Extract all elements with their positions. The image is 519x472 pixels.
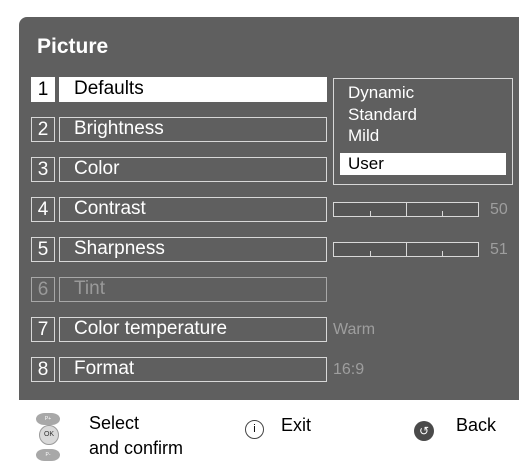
menu-item-number: 8: [31, 357, 55, 382]
menu-item-label: Contrast: [59, 197, 327, 222]
select-hint-line1: Select: [89, 413, 140, 433]
ok-button-icon: OK: [39, 425, 59, 445]
sharpness-slider[interactable]: [333, 242, 479, 257]
slider-tick: [370, 211, 371, 216]
slider-tick: [442, 251, 443, 256]
menu-item-number: 2: [31, 117, 55, 142]
menu-item-label: Color: [59, 157, 327, 182]
menu-item-label: Format: [59, 357, 327, 382]
exit-hint: Exit: [281, 415, 312, 435]
menu-item-label: Tint: [59, 277, 327, 302]
menu-item-number: 7: [31, 317, 55, 342]
option-dynamic[interactable]: Dynamic: [348, 84, 414, 102]
defaults-option-list[interactable]: Dynamic Standard Mild User: [333, 78, 513, 185]
menu-item-number: 1: [31, 77, 55, 102]
button-legend: P+ OK P- Select and confirm i Exit ↺ Bac…: [0, 400, 519, 472]
format-value: 16:9: [333, 361, 365, 378]
menu-item-label: Sharpness: [59, 237, 327, 262]
option-user[interactable]: User: [340, 153, 506, 175]
back-hint: Back: [456, 415, 497, 435]
option-mild[interactable]: Mild: [348, 127, 379, 145]
slider-tick: [442, 211, 443, 216]
info-button-icon: i: [245, 420, 264, 439]
menu-item-label: Defaults: [59, 77, 327, 102]
option-standard[interactable]: Standard: [348, 106, 417, 124]
slider-tick: [406, 242, 407, 257]
slider-tick: [370, 251, 371, 256]
contrast-slider[interactable]: [333, 202, 479, 217]
color-temperature-value: Warm: [333, 321, 376, 338]
picture-menu-panel: Picture 1 Defaults 2 Brightness 3 Color …: [19, 17, 519, 400]
menu-item-number: 4: [31, 197, 55, 222]
back-button-icon: ↺: [414, 421, 434, 441]
menu-item-number: 5: [31, 237, 55, 262]
slider-tick: [406, 202, 407, 217]
program-down-icon: P-: [36, 449, 60, 461]
menu-item-label: Brightness: [59, 117, 327, 142]
menu-item-number: 6: [31, 277, 55, 302]
contrast-value: 50: [490, 201, 508, 218]
menu-title: Picture: [37, 35, 109, 58]
menu-item-label: Color temperature: [59, 317, 327, 342]
menu-item-number: 3: [31, 157, 55, 182]
program-up-icon: P+: [36, 413, 60, 425]
sharpness-value: 51: [490, 241, 508, 258]
select-hint-line2: and confirm: [89, 438, 184, 458]
tv-screen: Picture 1 Defaults 2 Brightness 3 Color …: [0, 0, 519, 472]
